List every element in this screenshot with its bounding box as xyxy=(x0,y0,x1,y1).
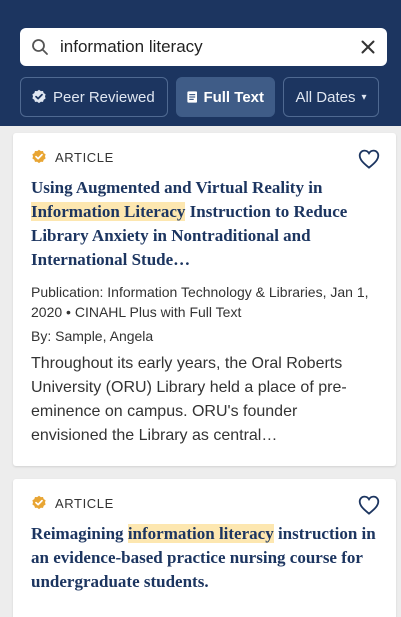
filter-peer-reviewed[interactable]: Peer Reviewed xyxy=(20,77,168,117)
header-bar: Peer Reviewed Full Text All Dates ▾ xyxy=(0,0,401,126)
result-title[interactable]: Reimagining information literacy instruc… xyxy=(31,522,378,594)
search-icon xyxy=(20,38,60,56)
title-highlight: Information Literacy xyxy=(31,202,186,221)
heart-icon xyxy=(358,149,380,169)
author-line: By: Sample, Angela xyxy=(31,326,378,346)
filter-full-text-label: Full Text xyxy=(203,88,264,106)
source-database: • CINAHL Plus with Full Text xyxy=(66,304,242,320)
content-type: ARTICLE xyxy=(31,493,378,513)
publication-info: Publication: Information Technology & Li… xyxy=(31,282,378,322)
search-input[interactable] xyxy=(60,28,349,66)
document-icon xyxy=(187,91,198,103)
heart-icon xyxy=(358,495,380,515)
abstract: Throughout its early years, the Oral Rob… xyxy=(31,355,347,444)
content-type-label: ARTICLE xyxy=(55,495,114,511)
chevron-down-icon: ▾ xyxy=(361,91,367,103)
title-text: Reimagining xyxy=(31,524,128,543)
clear-search-button[interactable] xyxy=(349,40,387,54)
content-type-label: ARTICLE xyxy=(55,149,114,165)
results-list: ARTICLE Using Augmented and Virtual Real… xyxy=(0,126,401,617)
close-icon xyxy=(361,40,375,54)
title-highlight: information literacy xyxy=(127,524,274,543)
favorite-button[interactable] xyxy=(358,495,380,520)
publication-label: Publication: xyxy=(31,284,104,300)
author-label: By: xyxy=(31,328,52,344)
result-card[interactable]: ARTICLE Using Augmented and Virtual Real… xyxy=(13,133,396,466)
article-badge-icon xyxy=(32,495,46,510)
result-title[interactable]: Using Augmented and Virtual Reality in I… xyxy=(31,176,378,272)
filter-full-text[interactable]: Full Text xyxy=(176,77,275,117)
filter-peer-reviewed-label: Peer Reviewed xyxy=(53,88,155,106)
favorite-button[interactable] xyxy=(358,149,380,174)
article-badge-icon xyxy=(32,149,46,164)
search-bar xyxy=(20,28,387,66)
result-card[interactable]: ARTICLE Reimagining information literacy… xyxy=(13,479,396,617)
title-text: Using Augmented and Virtual Reality in xyxy=(31,178,323,197)
content-type: ARTICLE xyxy=(31,147,378,167)
verified-badge-icon xyxy=(32,89,46,104)
filter-all-dates[interactable]: All Dates ▾ xyxy=(283,77,379,117)
author-name: Sample, Angela xyxy=(55,328,154,344)
filter-bar: Peer Reviewed Full Text All Dates ▾ xyxy=(20,77,387,117)
filter-all-dates-label: All Dates xyxy=(295,88,356,106)
